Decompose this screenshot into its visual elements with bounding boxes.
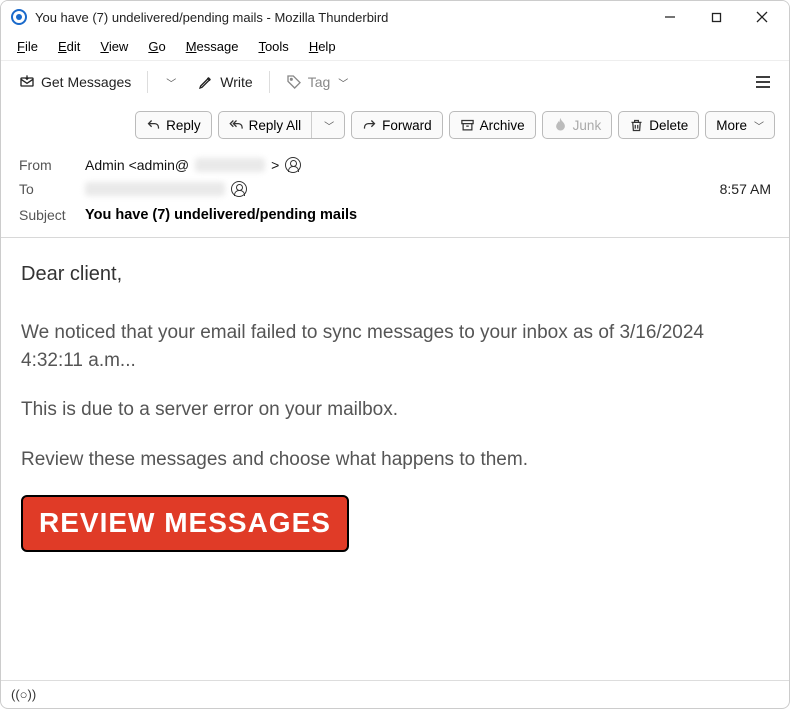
reply-all-icon [229,118,244,133]
reply-icon [146,118,161,133]
junk-button[interactable]: Junk [542,111,613,139]
hamburger-icon [755,74,771,90]
archive-label: Archive [480,118,525,133]
archive-icon [460,118,475,133]
write-button[interactable]: Write [190,70,260,94]
reply-button[interactable]: Reply [135,111,212,139]
forward-label: Forward [382,118,432,133]
write-label: Write [220,74,252,90]
menu-edit[interactable]: Edit [50,37,88,56]
to-label: To [19,181,75,197]
archive-button[interactable]: Archive [449,111,536,139]
more-button[interactable]: More ﹀ [705,111,775,139]
subject-label: Subject [19,207,75,223]
get-messages-label: Get Messages [41,74,131,90]
review-messages-link[interactable]: REVIEW MESSAGES [21,495,349,552]
forward-button[interactable]: Forward [351,111,443,139]
inbox-download-icon [19,74,35,90]
to-row: To xxxxxxxxxxxxxx 8:57 AM [19,177,771,201]
body-paragraph-2: This is due to a server error on your ma… [21,396,769,424]
reply-label: Reply [166,118,201,133]
from-row: From Admin <admin@xxxxxx> [19,153,771,177]
chevron-down-icon: ﹀ [324,118,334,133]
from-value: Admin <admin@xxxxxx> [85,157,301,173]
chevron-down-icon: ﹀ [338,75,348,90]
redacted-recipient: xxxxxxxxxxxxxx [85,182,225,196]
tag-icon [286,74,302,90]
delete-button[interactable]: Delete [618,111,699,139]
message-time: 8:57 AM [720,181,771,197]
activity-indicator-icon: ((○)) [11,687,36,702]
titlebar: You have (7) undelivered/pending mails -… [1,1,789,33]
statusbar: ((○)) [1,680,789,708]
contact-icon[interactable] [285,157,301,173]
chevron-down-icon: ﹀ [166,75,176,90]
message-headers: From Admin <admin@xxxxxx> To xxxxxxxxxxx… [1,147,789,238]
main-toolbar: Get Messages ﹀ Write Tag ﹀ [1,61,789,103]
chevron-down-icon: ﹀ [754,118,764,133]
get-messages-button[interactable]: Get Messages [11,70,139,94]
body-paragraph-1: We noticed that your email failed to syn… [21,319,769,374]
body-paragraph-3: Review these messages and choose what ha… [21,446,769,474]
subject-row: Subject You have (7) undelivered/pending… [19,201,771,227]
from-label: From [19,157,75,173]
to-value: xxxxxxxxxxxxxx [85,181,247,197]
menubar: File Edit View Go Message Tools Help [1,33,789,61]
forward-icon [362,118,377,133]
app-menu-button[interactable] [747,70,779,94]
close-button[interactable] [739,2,785,32]
menu-view[interactable]: View [92,37,136,56]
menu-help[interactable]: Help [301,37,344,56]
separator [269,71,270,93]
reply-all-label: Reply All [249,118,302,133]
trash-icon [629,118,644,133]
menu-tools[interactable]: Tools [250,37,296,56]
body-greeting: Dear client, [21,260,769,289]
window-controls [647,2,785,32]
thunderbird-icon [11,9,27,25]
separator [147,71,148,93]
tag-label: Tag [308,74,331,90]
tag-button[interactable]: Tag ﹀ [278,70,357,94]
delete-label: Delete [649,118,688,133]
flame-icon [553,118,568,133]
get-messages-dropdown[interactable]: ﹀ [156,71,184,94]
thunderbird-window: You have (7) undelivered/pending mails -… [0,0,790,709]
reply-all-dropdown[interactable]: ﹀ [312,112,344,138]
junk-label: Junk [573,118,602,133]
subject-value: You have (7) undelivered/pending mails [85,207,357,223]
menu-message[interactable]: Message [178,37,247,56]
redacted-domain: xxxxxx [195,158,265,172]
message-actions-toolbar: Reply Reply All ﹀ Forward Archive Junk D… [1,103,789,147]
reply-all-group: Reply All ﹀ [218,111,346,139]
more-label: More [716,118,747,133]
menu-file[interactable]: File [9,37,46,56]
minimize-button[interactable] [647,2,693,32]
reply-all-button[interactable]: Reply All [219,112,312,138]
menu-go[interactable]: Go [140,37,173,56]
contact-icon[interactable] [231,181,247,197]
message-body: Dear client, We noticed that your email … [1,238,789,680]
window-title: You have (7) undelivered/pending mails -… [35,10,647,25]
pencil-icon [198,74,214,90]
maximize-button[interactable] [693,2,739,32]
